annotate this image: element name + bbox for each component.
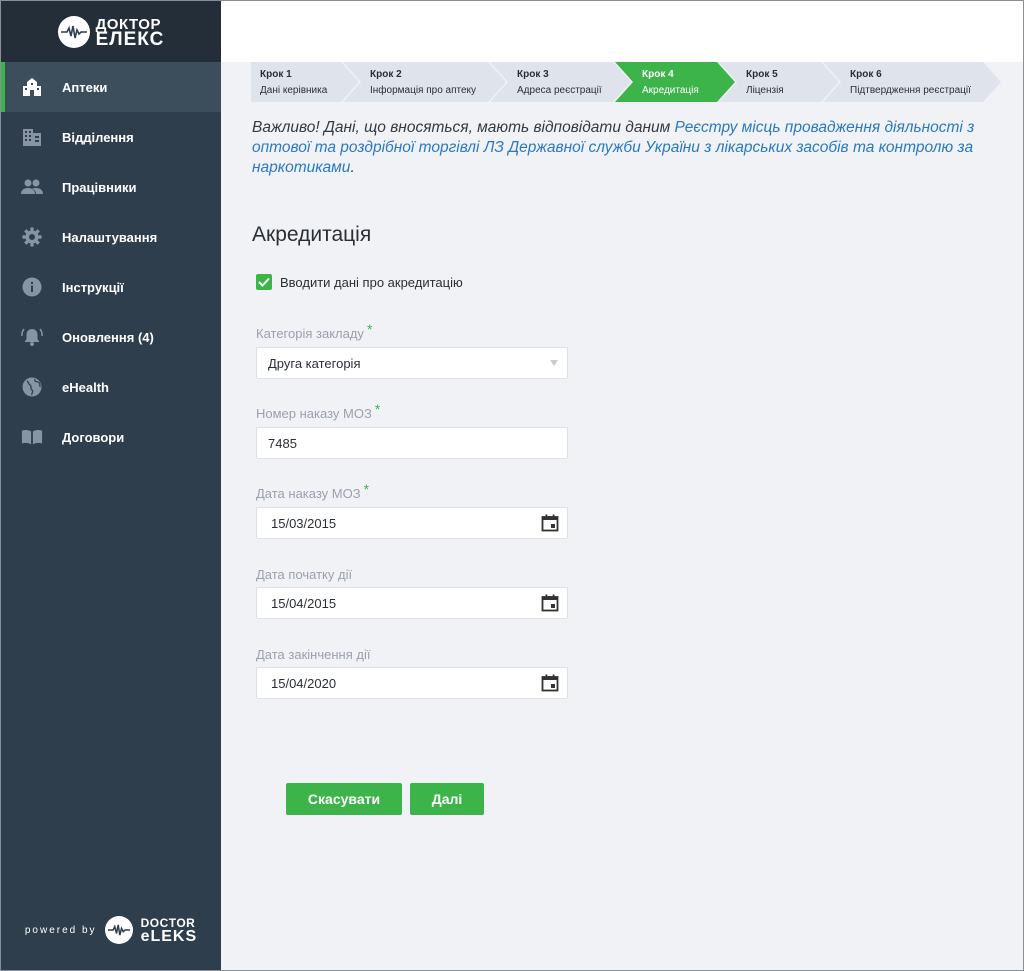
step-6[interactable]: Крок 6 Підтвердження реєстрації — [823, 62, 1001, 102]
brand-logo[interactable]: ДОКТОР ЕЛЕКС — [1, 1, 221, 62]
info-icon — [21, 276, 43, 298]
calendar-icon[interactable] — [541, 594, 559, 612]
step-5[interactable]: Крок 5 Ліцензія — [719, 62, 839, 102]
sidebar-item-ehealth[interactable]: eHealth — [1, 362, 221, 412]
category-label: Категорія закладу * — [256, 321, 373, 341]
powered-by-label: powered by — [24, 924, 97, 936]
pulse-logo-icon — [104, 916, 133, 944]
sidebar-item-contracts[interactable]: Договори — [1, 412, 221, 462]
pulse-logo-icon — [57, 15, 90, 48]
calendar-icon[interactable] — [541, 674, 559, 692]
office-building-icon — [21, 126, 43, 148]
building-icon — [21, 76, 43, 98]
accreditation-checkbox[interactable] — [256, 274, 272, 290]
required-marker: * — [363, 481, 370, 497]
step-1[interactable]: Крок 1 Дані керівника — [251, 62, 359, 102]
sidebar-item-label: Відділення — [62, 129, 134, 145]
order-number-value: 7485 — [268, 435, 297, 451]
end-date-label: Дата закінчення дії — [256, 647, 371, 662]
sidebar-item-label: Налаштування — [62, 229, 158, 245]
start-date-label: Дата початку дії — [256, 567, 353, 582]
page-title: Акредитація — [252, 223, 372, 246]
step-4[interactable]: Крок 4 Акредитація — [615, 62, 735, 102]
sidebar-nav: Аптеки Відділення Працівники Налаштуванн… — [1, 62, 221, 462]
sidebar-item-instructions[interactable]: Інструкції — [1, 262, 221, 312]
wizard-stepper: Крок 1 Дані керівника Крок 2 Інформація … — [251, 62, 1001, 102]
notice-suffix: . — [350, 159, 355, 176]
powered-by-brand: DOCTOR eLEKS — [140, 916, 198, 945]
sidebar-item-settings[interactable]: Налаштування — [1, 212, 221, 262]
sidebar-item-label: Інструкції — [62, 279, 124, 295]
important-notice: Важливо! Дані, що вносяться, мають відпо… — [252, 118, 992, 178]
sidebar-item-label: Працівники — [62, 179, 137, 195]
sidebar-item-employees[interactable]: Працівники — [1, 162, 221, 212]
top-bar — [221, 1, 1023, 62]
cancel-button[interactable]: Скасувати — [286, 783, 402, 815]
end-date-input[interactable]: 15/04/2020 — [256, 667, 568, 699]
book-icon — [21, 426, 43, 448]
sidebar: ДОКТОР ЕЛЕКС Аптеки Відділення Працівник… — [1, 1, 221, 970]
powered-by: powered by DOCTOR eLEKS — [1, 916, 221, 945]
start-date-value: 15/04/2015 — [271, 595, 337, 611]
step-2[interactable]: Крок 2 Інформація про аптеку — [343, 62, 506, 102]
sidebar-item-label: eHealth — [62, 379, 109, 395]
globe-icon — [21, 376, 43, 398]
chevron-down-icon — [549, 360, 559, 366]
sidebar-item-label: Аптеки — [62, 79, 108, 95]
order-number-input[interactable]: 7485 — [256, 427, 568, 459]
brand-name: ДОКТОР ЕЛЕКС — [95, 15, 165, 50]
accreditation-checkbox-label: Вводити дані про акредитацію — [280, 274, 463, 290]
sidebar-item-label: Оновлення (4) — [62, 329, 154, 345]
next-button[interactable]: Далі — [410, 783, 484, 815]
gear-icon — [21, 226, 43, 248]
people-icon — [21, 176, 43, 198]
category-select[interactable]: Друга категорія — [256, 347, 568, 379]
accreditation-checkbox-row[interactable]: Вводити дані про акредитацію — [256, 274, 463, 290]
step-3[interactable]: Крок 3 Адреса реєстрації — [490, 62, 631, 102]
order-date-input[interactable]: 15/03/2015 — [256, 507, 568, 539]
order-date-label: Дата наказу МОЗ * — [256, 481, 370, 501]
sidebar-item-updates[interactable]: Оновлення (4) — [1, 312, 221, 362]
sidebar-item-departments[interactable]: Відділення — [1, 112, 221, 162]
notice-text: Важливо! Дані, що вносяться, мають відпо… — [252, 119, 675, 136]
category-select-value: Друга категорія — [268, 355, 361, 371]
required-marker: * — [366, 321, 373, 337]
required-marker: * — [374, 401, 381, 417]
sidebar-item-pharmacies[interactable]: Аптеки — [1, 62, 221, 112]
start-date-input[interactable]: 15/04/2015 — [256, 587, 568, 619]
bell-icon — [21, 326, 43, 348]
end-date-value: 15/04/2020 — [271, 675, 337, 691]
order-number-label: Номер наказу МОЗ * — [256, 401, 381, 421]
order-date-value: 15/03/2015 — [271, 515, 337, 531]
calendar-icon[interactable] — [541, 514, 559, 532]
sidebar-item-label: Договори — [62, 429, 125, 445]
